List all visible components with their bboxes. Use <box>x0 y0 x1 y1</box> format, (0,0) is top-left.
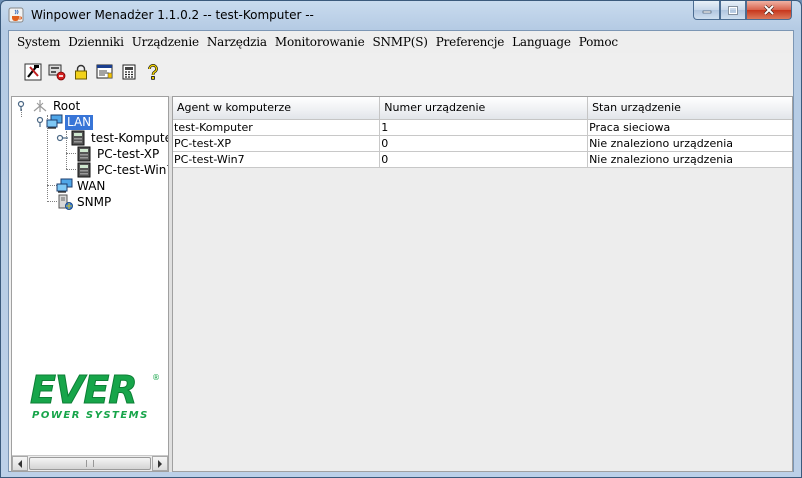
tree-node-wan[interactable]: WAN <box>56 178 107 194</box>
scrollbar-thumb[interactable] <box>29 457 151 470</box>
calculator-icon <box>122 64 136 80</box>
cell-agent: PC-test-Win7 <box>173 151 381 168</box>
tree-node-agent[interactable]: test-Komputer <box>56 130 169 146</box>
device-tree[interactable]: Root LAN test-Komputer PC-test-XP PC-tes… <box>11 96 169 472</box>
column-header-number[interactable]: Numer urządzenie <box>379 97 589 120</box>
table-row[interactable]: PC-test-XP 0 Nie znaleziono urządzenia <box>173 135 792 152</box>
window-title: Winpower Menadżer 1.1.0.2 -- test-Komput… <box>31 8 314 22</box>
maximize-button[interactable] <box>720 1 746 20</box>
tree-label-agent: PC-test-XP <box>97 146 160 161</box>
snmp-server-icon <box>58 194 73 210</box>
tree-connector <box>66 169 76 170</box>
agents-table-panel: Agent w komputerze Numer urządzenie Stan… <box>172 96 793 472</box>
lan-network-icon <box>46 114 63 129</box>
device-stop-button[interactable] <box>45 60 69 84</box>
tree-label-agent: PC-test-Win7 <box>97 162 169 177</box>
menu-urzadzenie[interactable]: Urządzenie <box>128 35 203 49</box>
column-header-agent[interactable]: Agent w komputerze <box>173 97 381 120</box>
console-window-button[interactable] <box>93 60 117 84</box>
tree-node-snmp[interactable]: SNMP <box>56 194 113 210</box>
cell-status: Nie znaleziono urządzenia <box>587 135 792 152</box>
menu-snmp[interactable]: SNMP(S) <box>368 35 431 49</box>
menu-narzedzia[interactable]: Narzędzia <box>203 35 271 49</box>
cell-status: Praca sieciowa <box>587 119 792 136</box>
help-icon <box>148 64 158 80</box>
collapsed-handle-icon <box>56 134 68 142</box>
cell-agent: PC-test-XP <box>173 135 381 152</box>
cell-number: 0 <box>379 135 589 152</box>
menu-pomoc[interactable]: Pomoc <box>575 35 622 49</box>
close-button[interactable] <box>746 1 792 20</box>
arrow-right-icon <box>158 459 162 468</box>
scrollbar-grip <box>86 460 94 467</box>
cell-number: 0 <box>379 151 589 168</box>
ups-device-icon <box>71 130 85 146</box>
registered-mark: ® <box>152 373 160 382</box>
tree-label-wan: WAN <box>77 178 106 193</box>
java-cup-icon <box>8 7 24 23</box>
expanded-handle-icon <box>17 100 25 111</box>
cell-agent: test-Komputer <box>173 119 381 136</box>
menu-preferencje[interactable]: Preferencje <box>432 35 508 49</box>
table-header-row: Agent w komputerze Numer urządzenie Stan… <box>173 97 792 120</box>
tree-node-agent[interactable]: PC-test-Win7 <box>76 162 169 178</box>
ups-device-icon <box>77 162 91 178</box>
arrow-left-icon <box>18 459 22 468</box>
expanded-handle-icon <box>36 116 44 127</box>
console-window-icon <box>96 64 113 79</box>
calculator-button[interactable] <box>117 60 141 84</box>
tree-node-agent[interactable]: PC-test-XP <box>76 146 161 162</box>
tree-label-lan: LAN <box>65 114 94 130</box>
ever-logo-word: EVER <box>30 368 139 412</box>
table-row[interactable]: PC-test-Win7 0 Nie znaleziono urządzenia <box>173 151 792 168</box>
client-area: System Dzienniki Urządzenie Narzędzia Mo… <box>8 30 794 472</box>
cell-number: 1 <box>379 119 589 136</box>
column-header-status[interactable]: Stan urządzenie <box>587 97 792 120</box>
menu-monitorowanie[interactable]: Monitorowanie <box>271 35 369 49</box>
menu-bar: System Dzienniki Urządzenie Narzędzia Mo… <box>9 31 793 53</box>
minimize-button[interactable] <box>693 1 720 20</box>
root-icon <box>33 100 47 112</box>
help-button[interactable] <box>141 60 165 84</box>
wan-network-icon <box>56 178 73 193</box>
tree-connector <box>66 153 76 154</box>
lock-icon <box>75 64 87 80</box>
tree-label-agent: test-Komputer <box>91 130 169 145</box>
app-window: Winpower Menadżer 1.1.0.2 -- test-Komput… <box>0 0 802 478</box>
device-stop-icon <box>48 64 66 81</box>
menu-system[interactable]: System <box>13 35 64 49</box>
cell-status: Nie znaleziono urządzenia <box>587 151 792 168</box>
minimize-icon <box>702 10 711 14</box>
ups-device-icon <box>77 146 91 162</box>
menu-language[interactable]: Language <box>508 35 575 49</box>
table-row[interactable]: test-Komputer 1 Praca sieciowa <box>173 119 792 136</box>
tools-icon <box>24 63 42 81</box>
tree-node-root[interactable]: Root <box>17 98 82 114</box>
tree-label-snmp: SNMP <box>77 194 112 209</box>
toolbar <box>9 57 793 87</box>
tree-horizontal-scrollbar[interactable] <box>12 455 168 471</box>
close-icon <box>763 5 775 15</box>
title-bar[interactable]: Winpower Menadżer 1.1.0.2 -- test-Komput… <box>1 1 801 29</box>
agents-table: Agent w komputerze Numer urządzenie Stan… <box>173 97 792 168</box>
maximize-icon <box>728 5 738 15</box>
scroll-right-button[interactable] <box>152 456 168 471</box>
tree-label-root: Root <box>53 98 81 113</box>
tools-button[interactable] <box>21 60 45 84</box>
ever-logo-tagline: POWER SYSTEMS <box>32 410 149 421</box>
menu-dzienniki[interactable]: Dzienniki <box>64 35 128 49</box>
lock-button[interactable] <box>69 60 93 84</box>
tree-node-lan[interactable]: LAN <box>36 114 94 130</box>
ever-logo: EVER ® POWER SYSTEMS <box>30 368 160 422</box>
scroll-left-button[interactable] <box>12 456 28 471</box>
